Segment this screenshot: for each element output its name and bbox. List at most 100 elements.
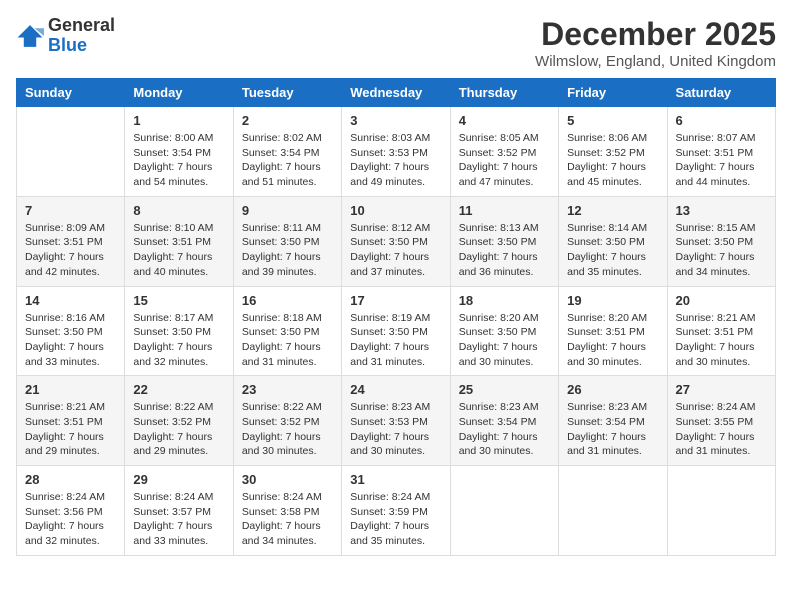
day-number: 14	[25, 293, 116, 308]
logo-blue: Blue	[48, 36, 115, 56]
day-info: Sunrise: 8:21 AMSunset: 3:51 PMDaylight:…	[25, 400, 116, 459]
page-header: General Blue December 2025 Wilmslow, Eng…	[16, 16, 776, 70]
calendar-day-header: Tuesday	[233, 79, 341, 107]
calendar-day-cell: 4 Sunrise: 8:05 AMSunset: 3:52 PMDaylight…	[450, 107, 558, 197]
day-number: 28	[25, 472, 116, 487]
calendar-day-cell: 7 Sunrise: 8:09 AMSunset: 3:51 PMDaylight…	[17, 196, 125, 286]
day-info: Sunrise: 8:24 AMSunset: 3:55 PMDaylight:…	[676, 400, 767, 459]
calendar-day-cell: 17 Sunrise: 8:19 AMSunset: 3:50 PMDayligh…	[342, 286, 450, 376]
day-info: Sunrise: 8:03 AMSunset: 3:53 PMDaylight:…	[350, 131, 441, 190]
calendar-day-cell	[450, 466, 558, 556]
logo-general: General	[48, 16, 115, 36]
calendar-day-header: Thursday	[450, 79, 558, 107]
logo: General Blue	[16, 16, 115, 56]
day-info: Sunrise: 8:15 AMSunset: 3:50 PMDaylight:…	[676, 221, 767, 280]
calendar-day-cell: 20Sunrise: 8:21 AMSunset: 3:51 PMDayligh…	[667, 286, 775, 376]
calendar-day-cell: 24Sunrise: 8:23 AMSunset: 3:53 PMDayligh…	[342, 376, 450, 466]
calendar-day-cell: 1 Sunrise: 8:00 AMSunset: 3:54 PMDaylight…	[125, 107, 233, 197]
calendar-week-row: 28 Sunrise: 8:24 AMSunset: 3:56 PMDayligh…	[17, 466, 776, 556]
day-info: Sunrise: 8:18 AMSunset: 3:50 PMDaylight:…	[242, 311, 333, 370]
day-info: Sunrise: 8:02 AMSunset: 3:54 PMDaylight:…	[242, 131, 333, 190]
day-number: 7	[25, 203, 116, 218]
calendar-day-cell: 28 Sunrise: 8:24 AMSunset: 3:56 PMDayligh…	[17, 466, 125, 556]
location: Wilmslow, England, United Kingdom	[535, 53, 776, 70]
calendar-day-cell	[667, 466, 775, 556]
day-info: Sunrise: 8:20 AMSunset: 3:50 PMDaylight:…	[459, 311, 550, 370]
day-number: 24	[350, 382, 441, 397]
day-info: Sunrise: 8:23 AMSunset: 3:54 PMDaylight:…	[567, 400, 658, 459]
day-info: Sunrise: 8:07 AMSunset: 3:51 PMDaylight:…	[676, 131, 767, 190]
calendar-week-row: 7 Sunrise: 8:09 AMSunset: 3:51 PMDaylight…	[17, 196, 776, 286]
day-number: 4	[459, 113, 550, 128]
title-block: December 2025 Wilmslow, England, United …	[535, 16, 776, 70]
day-number: 27	[676, 382, 767, 397]
day-info: Sunrise: 8:05 AMSunset: 3:52 PMDaylight:…	[459, 131, 550, 190]
logo-icon	[16, 22, 44, 50]
calendar-day-cell: 3 Sunrise: 8:03 AMSunset: 3:53 PMDaylight…	[342, 107, 450, 197]
calendar-day-cell: 9Sunrise: 8:11 AMSunset: 3:50 PMDaylight…	[233, 196, 341, 286]
calendar-day-cell: 29 Sunrise: 8:24 AMSunset: 3:57 PMDayligh…	[125, 466, 233, 556]
calendar-day-cell: 10Sunrise: 8:12 AMSunset: 3:50 PMDayligh…	[342, 196, 450, 286]
day-number: 25	[459, 382, 550, 397]
day-number: 22	[133, 382, 224, 397]
day-number: 18	[459, 293, 550, 308]
day-info: Sunrise: 8:24 AMSunset: 3:59 PMDaylight:…	[350, 490, 441, 549]
day-info: Sunrise: 8:14 AMSunset: 3:50 PMDaylight:…	[567, 221, 658, 280]
day-info: Sunrise: 8:13 AMSunset: 3:50 PMDaylight:…	[459, 221, 550, 280]
calendar-day-header: Friday	[559, 79, 667, 107]
calendar-day-cell: 13 Sunrise: 8:15 AMSunset: 3:50 PMDayligh…	[667, 196, 775, 286]
calendar-week-row: 1 Sunrise: 8:00 AMSunset: 3:54 PMDaylight…	[17, 107, 776, 197]
day-info: Sunrise: 8:22 AMSunset: 3:52 PMDaylight:…	[242, 400, 333, 459]
day-number: 23	[242, 382, 333, 397]
day-number: 13	[676, 203, 767, 218]
day-number: 10	[350, 203, 441, 218]
day-info: Sunrise: 8:17 AMSunset: 3:50 PMDaylight:…	[133, 311, 224, 370]
day-number: 26	[567, 382, 658, 397]
day-number: 6	[676, 113, 767, 128]
calendar-day-header: Monday	[125, 79, 233, 107]
calendar-day-header: Sunday	[17, 79, 125, 107]
calendar-day-cell: 31 Sunrise: 8:24 AMSunset: 3:59 PMDayligh…	[342, 466, 450, 556]
calendar-day-cell: 26 Sunrise: 8:23 AMSunset: 3:54 PMDayligh…	[559, 376, 667, 466]
day-info: Sunrise: 8:24 AMSunset: 3:57 PMDaylight:…	[133, 490, 224, 549]
day-info: Sunrise: 8:21 AMSunset: 3:51 PMDaylight:…	[676, 311, 767, 370]
day-info: Sunrise: 8:16 AMSunset: 3:50 PMDaylight:…	[25, 311, 116, 370]
day-number: 16	[242, 293, 333, 308]
day-info: Sunrise: 8:10 AMSunset: 3:51 PMDaylight:…	[133, 221, 224, 280]
calendar-day-cell: 22Sunrise: 8:22 AMSunset: 3:52 PMDayligh…	[125, 376, 233, 466]
calendar-day-cell: 23 Sunrise: 8:22 AMSunset: 3:52 PMDayligh…	[233, 376, 341, 466]
day-number: 19	[567, 293, 658, 308]
calendar-week-row: 14 Sunrise: 8:16 AMSunset: 3:50 PMDayligh…	[17, 286, 776, 376]
day-number: 30	[242, 472, 333, 487]
calendar-day-cell: 18 Sunrise: 8:20 AMSunset: 3:50 PMDayligh…	[450, 286, 558, 376]
day-number: 2	[242, 113, 333, 128]
calendar-day-header: Wednesday	[342, 79, 450, 107]
day-number: 9	[242, 203, 333, 218]
day-info: Sunrise: 8:00 AMSunset: 3:54 PMDaylight:…	[133, 131, 224, 190]
calendar-day-cell: 11 Sunrise: 8:13 AMSunset: 3:50 PMDayligh…	[450, 196, 558, 286]
day-info: Sunrise: 8:24 AMSunset: 3:56 PMDaylight:…	[25, 490, 116, 549]
month-title: December 2025	[535, 16, 776, 53]
calendar-day-cell: 5Sunrise: 8:06 AMSunset: 3:52 PMDaylight…	[559, 107, 667, 197]
day-info: Sunrise: 8:19 AMSunset: 3:50 PMDaylight:…	[350, 311, 441, 370]
day-number: 15	[133, 293, 224, 308]
calendar-day-cell	[17, 107, 125, 197]
calendar-week-row: 21 Sunrise: 8:21 AMSunset: 3:51 PMDayligh…	[17, 376, 776, 466]
day-info: Sunrise: 8:24 AMSunset: 3:58 PMDaylight:…	[242, 490, 333, 549]
calendar-day-cell: 15 Sunrise: 8:17 AMSunset: 3:50 PMDayligh…	[125, 286, 233, 376]
calendar-day-cell: 30 Sunrise: 8:24 AMSunset: 3:58 PMDayligh…	[233, 466, 341, 556]
day-number: 29	[133, 472, 224, 487]
day-info: Sunrise: 8:09 AMSunset: 3:51 PMDaylight:…	[25, 221, 116, 280]
day-number: 11	[459, 203, 550, 218]
calendar-day-cell: 6 Sunrise: 8:07 AMSunset: 3:51 PMDaylight…	[667, 107, 775, 197]
calendar-day-cell: 25Sunrise: 8:23 AMSunset: 3:54 PMDayligh…	[450, 376, 558, 466]
calendar-table: SundayMondayTuesdayWednesdayThursdayFrid…	[16, 78, 776, 556]
calendar-day-cell: 14 Sunrise: 8:16 AMSunset: 3:50 PMDayligh…	[17, 286, 125, 376]
day-number: 21	[25, 382, 116, 397]
day-number: 17	[350, 293, 441, 308]
day-number: 1	[133, 113, 224, 128]
calendar-day-cell: 2 Sunrise: 8:02 AMSunset: 3:54 PMDaylight…	[233, 107, 341, 197]
day-number: 3	[350, 113, 441, 128]
day-number: 5	[567, 113, 658, 128]
day-number: 31	[350, 472, 441, 487]
